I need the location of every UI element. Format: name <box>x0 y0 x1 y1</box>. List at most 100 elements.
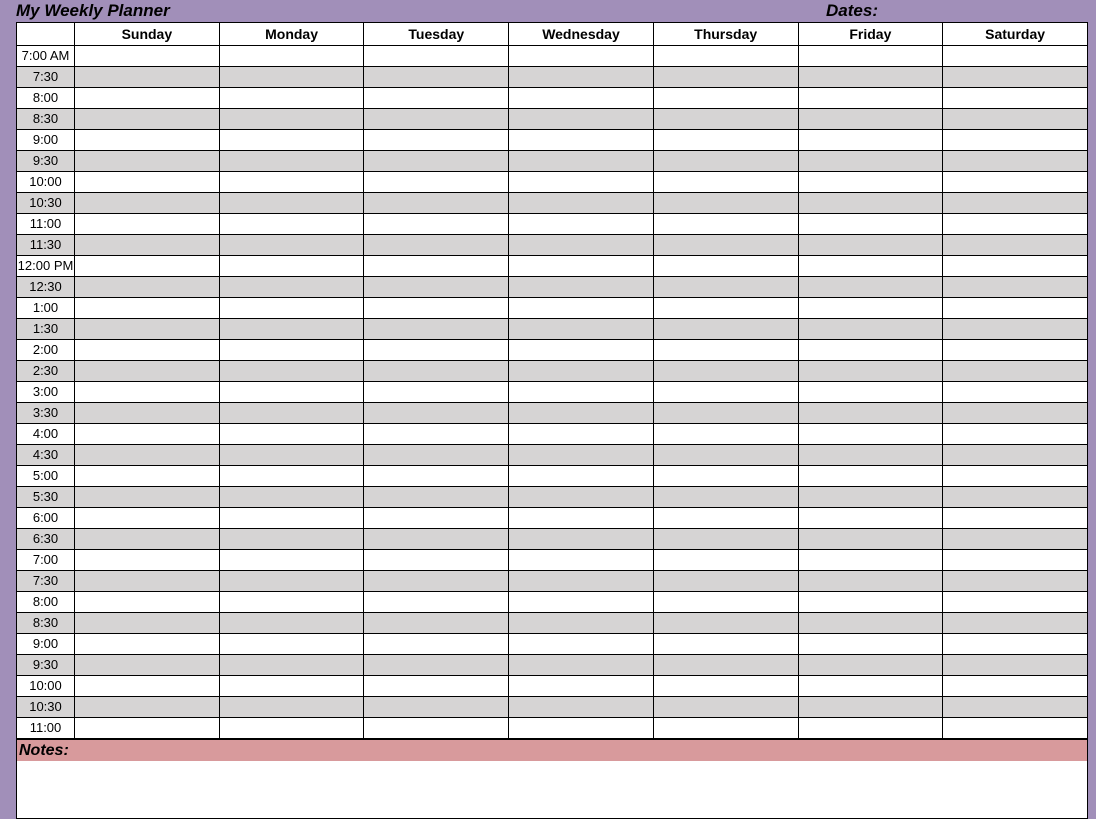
planner-cell[interactable] <box>943 634 1088 655</box>
planner-cell[interactable] <box>364 592 509 613</box>
planner-cell[interactable] <box>509 109 654 130</box>
planner-cell[interactable] <box>219 214 364 235</box>
planner-cell[interactable] <box>75 67 220 88</box>
planner-cell[interactable] <box>219 361 364 382</box>
planner-cell[interactable] <box>75 655 220 676</box>
planner-cell[interactable] <box>798 46 943 67</box>
planner-cell[interactable] <box>219 151 364 172</box>
planner-cell[interactable] <box>364 361 509 382</box>
planner-cell[interactable] <box>943 193 1088 214</box>
planner-cell[interactable] <box>943 382 1088 403</box>
planner-cell[interactable] <box>798 634 943 655</box>
planner-cell[interactable] <box>653 508 798 529</box>
planner-cell[interactable] <box>219 172 364 193</box>
planner-cell[interactable] <box>943 361 1088 382</box>
planner-cell[interactable] <box>219 382 364 403</box>
planner-cell[interactable] <box>653 340 798 361</box>
planner-cell[interactable] <box>75 214 220 235</box>
planner-cell[interactable] <box>943 109 1088 130</box>
planner-cell[interactable] <box>798 361 943 382</box>
planner-cell[interactable] <box>364 340 509 361</box>
planner-cell[interactable] <box>75 613 220 634</box>
planner-cell[interactable] <box>509 298 654 319</box>
planner-cell[interactable] <box>509 424 654 445</box>
planner-cell[interactable] <box>509 676 654 697</box>
planner-cell[interactable] <box>509 613 654 634</box>
planner-cell[interactable] <box>219 88 364 109</box>
planner-cell[interactable] <box>75 529 220 550</box>
planner-cell[interactable] <box>798 718 943 739</box>
planner-cell[interactable] <box>653 214 798 235</box>
planner-cell[interactable] <box>943 277 1088 298</box>
planner-cell[interactable] <box>943 445 1088 466</box>
planner-cell[interactable] <box>943 676 1088 697</box>
planner-cell[interactable] <box>364 634 509 655</box>
planner-cell[interactable] <box>798 109 943 130</box>
planner-cell[interactable] <box>75 487 220 508</box>
planner-cell[interactable] <box>509 382 654 403</box>
planner-cell[interactable] <box>653 382 798 403</box>
planner-cell[interactable] <box>653 550 798 571</box>
planner-cell[interactable] <box>364 697 509 718</box>
planner-cell[interactable] <box>219 445 364 466</box>
planner-cell[interactable] <box>943 214 1088 235</box>
planner-cell[interactable] <box>364 445 509 466</box>
planner-cell[interactable] <box>364 130 509 151</box>
planner-cell[interactable] <box>798 613 943 634</box>
planner-cell[interactable] <box>219 613 364 634</box>
planner-cell[interactable] <box>75 130 220 151</box>
planner-cell[interactable] <box>219 340 364 361</box>
planner-cell[interactable] <box>75 235 220 256</box>
planner-cell[interactable] <box>364 718 509 739</box>
planner-cell[interactable] <box>943 319 1088 340</box>
planner-cell[interactable] <box>653 193 798 214</box>
planner-cell[interactable] <box>219 403 364 424</box>
planner-cell[interactable] <box>364 298 509 319</box>
planner-cell[interactable] <box>219 529 364 550</box>
planner-cell[interactable] <box>653 319 798 340</box>
planner-cell[interactable] <box>75 88 220 109</box>
planner-cell[interactable] <box>943 340 1088 361</box>
planner-cell[interactable] <box>364 193 509 214</box>
planner-cell[interactable] <box>798 256 943 277</box>
planner-cell[interactable] <box>219 67 364 88</box>
planner-cell[interactable] <box>653 235 798 256</box>
planner-cell[interactable] <box>75 361 220 382</box>
planner-cell[interactable] <box>653 634 798 655</box>
planner-cell[interactable] <box>798 67 943 88</box>
planner-cell[interactable] <box>219 130 364 151</box>
planner-cell[interactable] <box>798 130 943 151</box>
planner-cell[interactable] <box>364 67 509 88</box>
planner-cell[interactable] <box>653 46 798 67</box>
planner-cell[interactable] <box>653 445 798 466</box>
planner-cell[interactable] <box>364 214 509 235</box>
planner-cell[interactable] <box>75 634 220 655</box>
planner-cell[interactable] <box>219 466 364 487</box>
planner-cell[interactable] <box>75 298 220 319</box>
planner-cell[interactable] <box>653 172 798 193</box>
planner-cell[interactable] <box>219 676 364 697</box>
planner-cell[interactable] <box>219 697 364 718</box>
planner-cell[interactable] <box>509 172 654 193</box>
planner-cell[interactable] <box>509 46 654 67</box>
planner-cell[interactable] <box>943 697 1088 718</box>
planner-cell[interactable] <box>364 487 509 508</box>
planner-cell[interactable] <box>364 46 509 67</box>
planner-cell[interactable] <box>653 88 798 109</box>
planner-cell[interactable] <box>653 592 798 613</box>
planner-cell[interactable] <box>509 361 654 382</box>
planner-cell[interactable] <box>219 487 364 508</box>
planner-cell[interactable] <box>943 508 1088 529</box>
planner-cell[interactable] <box>798 403 943 424</box>
planner-cell[interactable] <box>798 466 943 487</box>
planner-cell[interactable] <box>364 319 509 340</box>
planner-cell[interactable] <box>509 193 654 214</box>
planner-cell[interactable] <box>509 151 654 172</box>
planner-cell[interactable] <box>219 193 364 214</box>
planner-cell[interactable] <box>943 466 1088 487</box>
planner-cell[interactable] <box>798 592 943 613</box>
planner-cell[interactable] <box>798 151 943 172</box>
planner-cell[interactable] <box>364 88 509 109</box>
planner-cell[interactable] <box>653 613 798 634</box>
planner-cell[interactable] <box>943 403 1088 424</box>
